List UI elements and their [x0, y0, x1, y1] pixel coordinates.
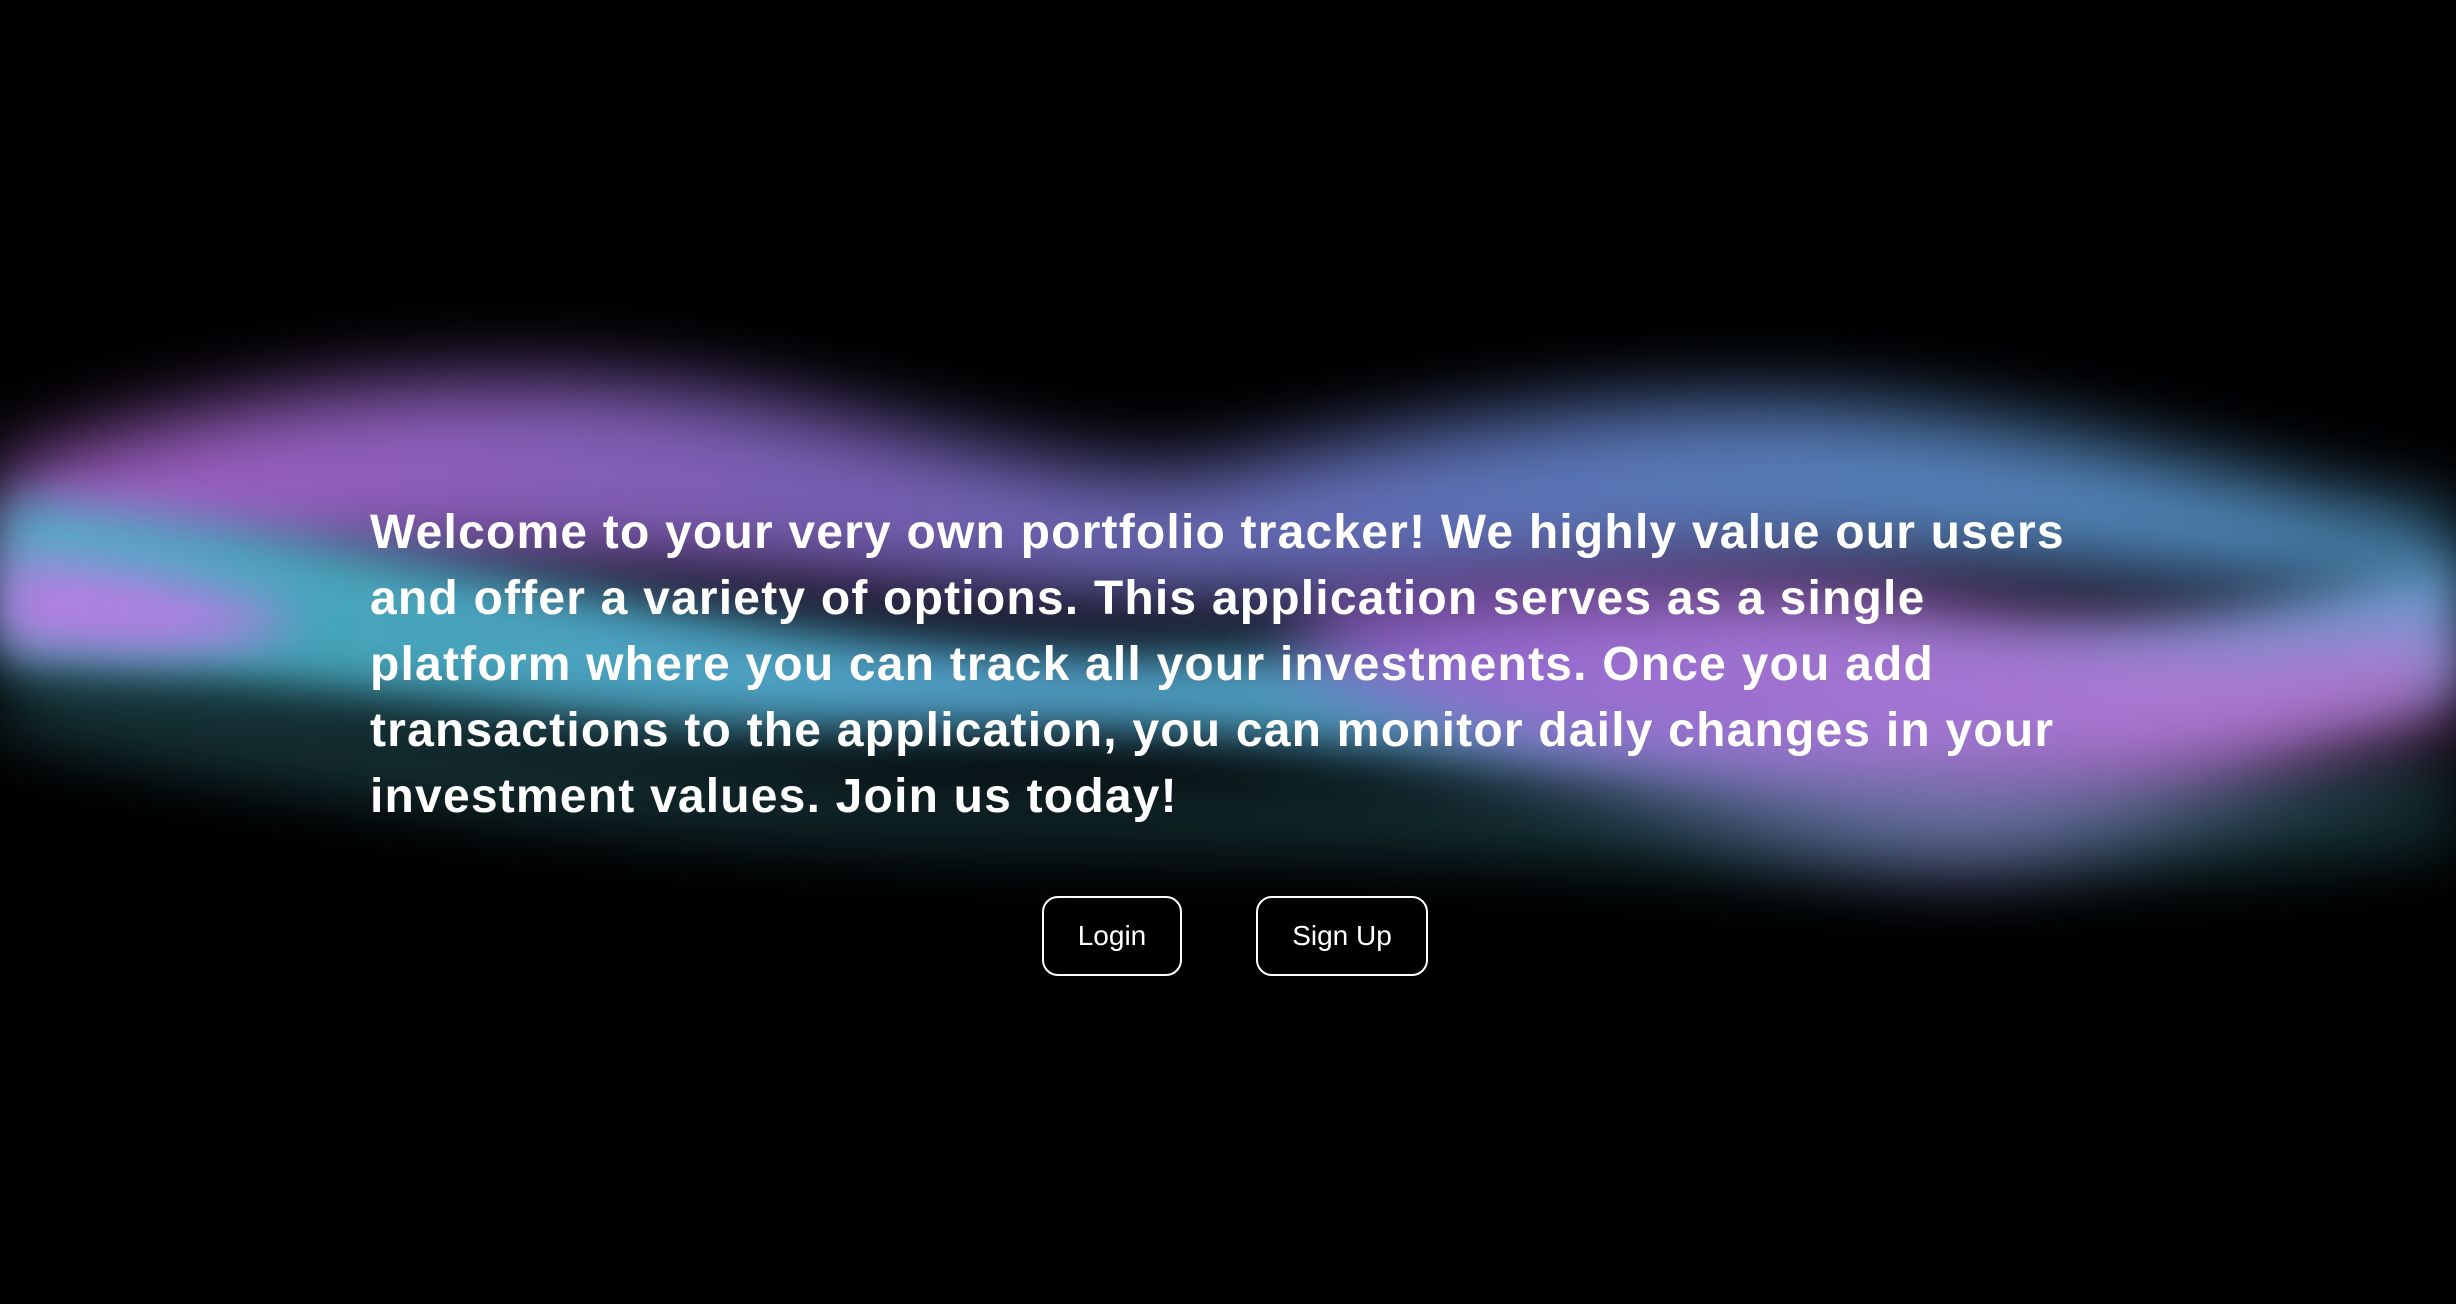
login-button[interactable]: Login — [1042, 896, 1182, 976]
auth-actions: Login Sign Up — [1042, 896, 1428, 976]
landing-page: Welcome to your very own portfolio track… — [0, 0, 2456, 1304]
signup-button[interactable]: Sign Up — [1256, 896, 1428, 976]
welcome-message: Welcome to your very own portfolio track… — [370, 506, 2065, 823]
